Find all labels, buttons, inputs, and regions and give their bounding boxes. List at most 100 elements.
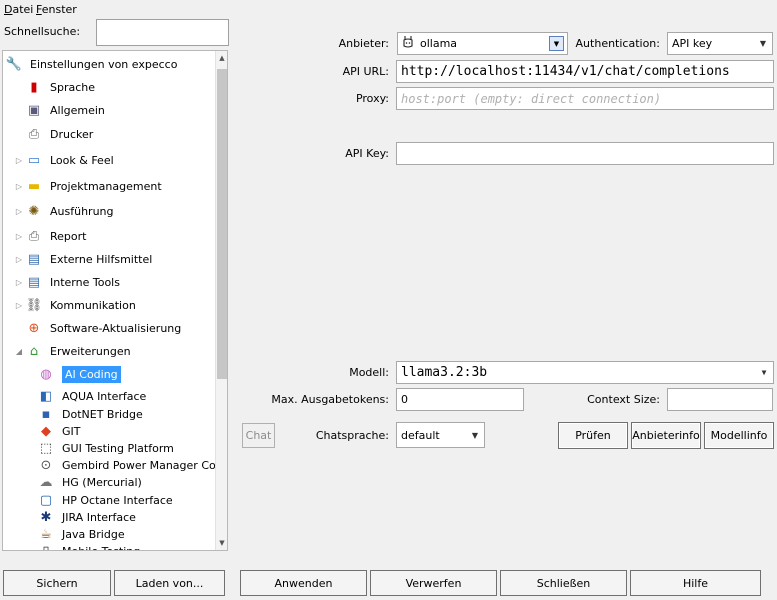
tree-item-externe-hilfsmittel[interactable]: ▷ ▤ Externe Hilfsmittel [13,248,152,270]
tree-item-kommunikation[interactable]: ▷ ⛓ Kommunikation [13,294,136,316]
monitor-icon: ▭ [27,152,41,168]
tree-item-erweiterungen[interactable]: ◢ ⌂ Erweiterungen [13,340,131,362]
tree-item-projektmanagement[interactable]: ▷ ▬ Projektmanagement [13,175,162,197]
tree-item-look-feel[interactable]: ▷ ▭ Look & Feel [13,149,114,171]
printer-icon: ⎙ [28,126,40,142]
provider-dropdown[interactable]: ollama ▼ [397,32,568,55]
expand-arrow-icon[interactable]: ▷ [13,301,25,310]
plugin-icon: ⌂ [29,343,39,359]
ollama-icon [402,35,414,52]
discard-button[interactable]: Verwerfen [370,570,497,596]
tree-item-label: DotNET Bridge [62,407,143,421]
chatlang-dropdown[interactable]: default ▼ [396,422,485,448]
chevron-down-icon[interactable]: ▼ [755,34,771,53]
update-icon: ⊕ [28,320,40,336]
scroll-up-icon[interactable]: ▲ [217,52,227,64]
maxtokens-label: Max. Ausgabetokens: [271,393,389,406]
tree-item-allgemein[interactable]: ▣ Allgemein [13,99,105,121]
tree-item-label: AI Coding [62,365,121,383]
tree-item-label: Sprache [50,80,96,94]
model-dropdown[interactable]: llama3.2:3b ▼ [396,361,774,384]
scroll-down-icon[interactable]: ▼ [217,537,227,549]
maxtokens-input[interactable]: 0 [396,388,524,411]
chevron-down-icon[interactable]: ▼ [467,424,483,446]
tree-item-ai-coding[interactable]: ◍ AI Coding [37,363,121,385]
window-icon: ▤ [27,274,41,290]
auth-dropdown[interactable]: API key ▼ [667,32,773,55]
expand-arrow-icon[interactable]: ▷ [13,156,25,165]
chatlang-label: Chatsprache: [315,429,389,442]
load-button[interactable]: Laden von... [114,570,225,596]
settings-tree: 🔧 Einstellungen von expecco ▮ Sprache ▣ Allge… [2,50,228,551]
chat-button[interactable]: Chat [242,423,275,448]
tree-item-sprache[interactable]: ▮ Sprache [13,76,95,98]
collapse-arrow-icon[interactable]: ◢ [13,347,25,356]
apply-button[interactable]: Anwenden [240,570,367,596]
model-value: llama3.2:3b [401,365,488,380]
expand-arrow-icon[interactable]: ▷ [13,278,25,287]
tree-item-ausf-hrung[interactable]: ▷ ✺ Ausführung [13,200,114,222]
apikey-input[interactable] [396,142,774,165]
tree-item-interne-tools[interactable]: ▷ ▤ Interne Tools [13,271,120,293]
tree-item-label: Ausführung [50,204,114,218]
tree-item-label: GUI Testing Platform [62,441,174,455]
check-button[interactable]: Prüfen [558,422,628,449]
expand-arrow-icon[interactable]: ▷ [13,207,25,216]
apiurl-input[interactable]: http://localhost:11434/v1/chat/completio… [396,60,774,83]
context-label: Context Size: [587,393,660,406]
model-label: Modell: [349,366,389,379]
tree-item-label: Drucker [50,127,94,141]
tree-item-label: Erweiterungen [50,344,131,358]
folder-icon: ▬ [27,178,41,194]
tree-item-einstellungen-von-expecco[interactable]: 🔧 Einstellungen von expecco [5,53,178,75]
context-input[interactable] [667,388,773,411]
apiurl-label: API URL: [342,65,389,78]
tree-item-label: Allgemein [50,103,105,117]
tree-item-label: Externe Hilfsmittel [50,252,153,266]
provider-value: ollama [420,37,458,50]
proxy-placeholder: host:port (empty: direct connection) [401,91,662,106]
auth-value: API key [672,37,713,50]
help-button[interactable]: Hilfe [630,570,761,596]
menu-fenster[interactable]: Fenster [36,3,77,16]
menu-bar: Datei Fenster [0,0,777,19]
model-info-button[interactable]: Modellinfo [704,422,774,449]
expand-arrow-icon[interactable]: ▷ [13,182,25,191]
tree-item-software-aktualisierung[interactable]: ⊕ Software-Aktualisierung [13,317,182,339]
tree-item-label: Look & Feel [50,153,114,167]
proxy-input[interactable]: host:port (empty: direct connection) [396,87,774,110]
tree-item-label: JIRA Interface [62,510,136,524]
save-button[interactable]: Sichern [3,570,111,596]
chevron-down-icon[interactable]: ▼ [756,363,772,382]
auth-label: Authentication: [575,37,660,50]
tree-item-label: HG (Mercurial) [62,475,142,489]
tree-item-report[interactable]: ▷ ⎙ Report [13,225,87,247]
tree-item-mobile-testing[interactable]: ▯ Mobile Testing [37,540,140,551]
menu-datei[interactable]: Datei [4,3,33,16]
tree-scrollbar[interactable]: ▲ ▼ [215,51,227,550]
expand-arrow-icon[interactable]: ▷ [13,232,25,241]
tools-icon: 🔧 [5,56,23,72]
tree-item-label: GIT [62,424,81,438]
tree-item-label: Mobile Testing [62,544,141,551]
tree-scroll-thumb[interactable] [217,69,227,379]
tree-item-label: Interne Tools [50,275,120,289]
printer-icon: ⎙ [28,228,40,244]
flag-icon: ▮ [30,79,38,95]
tree-item-label: Projektmanagement [50,179,162,193]
quicksearch-input[interactable] [96,19,229,46]
chevron-down-icon[interactable]: ▼ [549,36,564,51]
tree-item-drucker[interactable]: ⎙ Drucker [13,123,93,145]
tree-item-label: Software-Aktualisierung [50,321,182,335]
general-icon: ▣ [27,102,41,118]
tree-item-label: AQUA Interface [62,389,147,403]
close-button[interactable]: Schließen [500,570,627,596]
chatlang-value: default [401,428,440,442]
quicksearch-label: Schnellsuche: [4,25,81,38]
network-icon: ⛓ [25,297,43,313]
expand-arrow-icon[interactable]: ▷ [13,255,25,264]
provider-info-button[interactable]: Anbieterinfo [631,422,701,449]
provider-label: Anbieter: [338,37,389,50]
tree-item-label: HP Octane Interface [62,493,173,507]
tree-item-label: Java Bridge [62,527,125,541]
